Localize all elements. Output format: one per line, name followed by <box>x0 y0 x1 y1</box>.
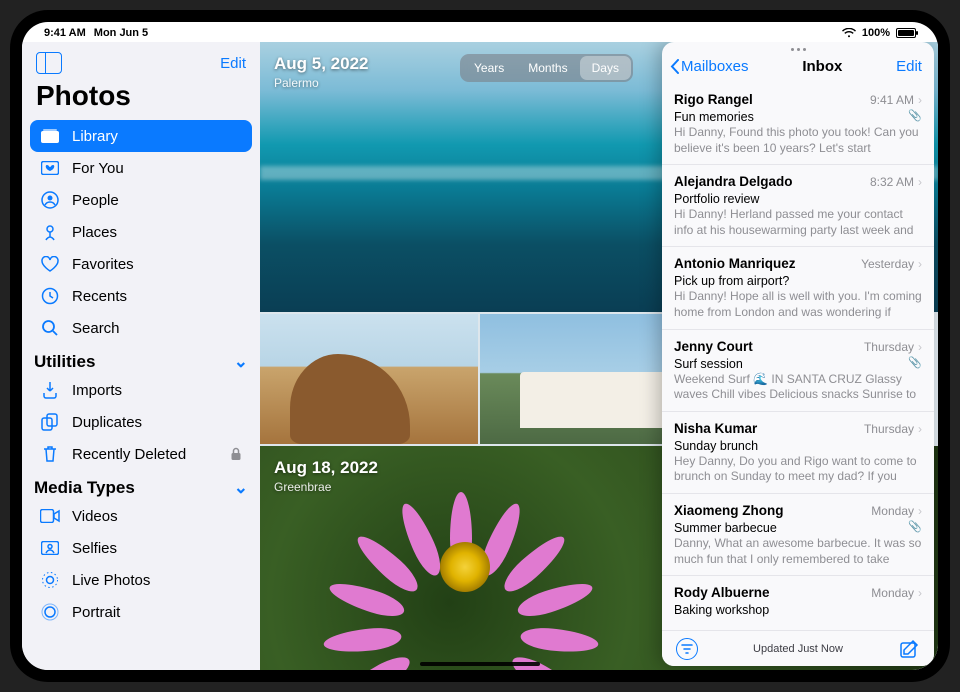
sidebar-item-label: Library <box>72 128 118 145</box>
sidebar-item-portrait[interactable]: Portrait <box>30 596 252 628</box>
sidebar-main-list: Library For You People Places <box>22 120 260 344</box>
mail-edit-button[interactable]: Edit <box>896 58 922 75</box>
mail-compose-button[interactable] <box>898 638 920 660</box>
home-indicator[interactable] <box>420 662 540 666</box>
attachment-icon: 📎 <box>908 109 922 122</box>
sidebar-item-label: Search <box>72 320 120 337</box>
chevron-down-icon: ⌄ <box>234 352 248 372</box>
mail-title: Inbox <box>802 58 842 75</box>
status-bar: 9:41 AM Mon Jun 5 100% <box>22 22 938 42</box>
selfies-icon <box>40 538 60 558</box>
sidebar-item-label: Recents <box>72 288 127 305</box>
segment-months[interactable]: Months <box>516 56 579 80</box>
import-icon <box>40 380 60 400</box>
chevron-right-icon: › <box>918 93 922 107</box>
sidebar-item-label: Imports <box>72 382 122 399</box>
sidebar-item-duplicates[interactable]: Duplicates <box>30 406 252 438</box>
sidebar-item-imports[interactable]: Imports <box>30 374 252 406</box>
sidebar-item-label: Recently Deleted <box>72 446 186 463</box>
library-icon <box>40 126 60 146</box>
sidebar-section-utilities[interactable]: Utilities ⌄ <box>22 344 260 374</box>
mail-toolbar: Updated Just Now <box>662 630 934 666</box>
sidebar-item-videos[interactable]: Videos <box>30 500 252 532</box>
trash-icon <box>40 444 60 464</box>
mail-message-row[interactable]: Jenny CourtThursday› Surf session Weeken… <box>662 330 934 412</box>
sidebar-item-live-photos[interactable]: Live Photos <box>30 564 252 596</box>
sidebar-item-library[interactable]: Library <box>30 120 252 152</box>
wifi-icon <box>842 28 856 38</box>
photo-thumbnail[interactable] <box>260 314 478 444</box>
video-icon <box>40 506 60 526</box>
mail-message-row[interactable]: Rody AlbuerneMonday› Baking workshop <box>662 576 934 625</box>
photo-group-header: Aug 18, 2022 Greenbrae <box>274 458 378 494</box>
sidebar-item-selfies[interactable]: Selfies <box>30 532 252 564</box>
mail-message-row[interactable]: Rigo Rangel9:41 AM› Fun memories Hi Dann… <box>662 83 934 165</box>
mail-status-text: Updated Just Now <box>753 643 843 655</box>
duplicates-icon <box>40 412 60 432</box>
slideover-grabber[interactable] <box>662 42 934 56</box>
sidebar-item-favorites[interactable]: Favorites <box>30 248 252 280</box>
mail-message-row[interactable]: Antonio ManriquezYesterday› Pick up from… <box>662 247 934 329</box>
sidebar-item-label: Duplicates <box>72 414 142 431</box>
sidebar-item-foryou[interactable]: For You <box>30 152 252 184</box>
people-icon <box>40 190 60 210</box>
sidebar-item-recents[interactable]: Recents <box>30 280 252 312</box>
mail-slideover[interactable]: Mailboxes Inbox Edit Rigo Rangel9:41 AM›… <box>662 42 934 666</box>
sidebar-item-label: Videos <box>72 508 118 525</box>
chevron-right-icon: › <box>918 340 922 354</box>
search-icon <box>40 318 60 338</box>
mail-message-row[interactable]: Alejandra Delgado8:32 AM› Portfolio revi… <box>662 165 934 247</box>
status-date: Mon Jun 5 <box>94 27 148 39</box>
clock-icon <box>40 286 60 306</box>
screen: 9:41 AM Mon Jun 5 100% Edit Photos <box>22 22 938 670</box>
sidebar-item-label: Portrait <box>72 604 120 621</box>
sidebar-item-people[interactable]: People <box>30 184 252 216</box>
status-time: 9:41 AM <box>44 27 86 39</box>
sidebar-item-label: Live Photos <box>72 572 150 589</box>
segment-days[interactable]: Days <box>580 56 631 80</box>
mail-message-list[interactable]: Rigo Rangel9:41 AM› Fun memories Hi Dann… <box>662 83 934 630</box>
sidebar-item-label: People <box>72 192 119 209</box>
mail-message-row[interactable]: Xiaomeng ZhongMonday› Summer barbecue Da… <box>662 494 934 576</box>
photos-sidebar: Edit Photos Library For You People <box>22 42 260 670</box>
livephotos-icon <box>40 570 60 590</box>
photo-group-header: Aug 5, 2022 Palermo <box>274 54 369 90</box>
sidebar-item-label: For You <box>72 160 124 177</box>
portrait-icon <box>40 602 60 622</box>
chevron-right-icon: › <box>918 257 922 271</box>
battery-pct: 100% <box>862 27 890 39</box>
mail-filter-button[interactable] <box>676 638 698 660</box>
chevron-right-icon: › <box>918 175 922 189</box>
attachment-icon: 📎 <box>908 356 922 369</box>
chevron-right-icon: › <box>918 422 922 436</box>
sidebar-item-label: Selfies <box>72 540 117 557</box>
chevron-left-icon <box>670 59 679 74</box>
sidebar-item-label: Places <box>72 224 117 241</box>
sidebar-item-search[interactable]: Search <box>30 312 252 344</box>
ipad-frame: 9:41 AM Mon Jun 5 100% Edit Photos <box>10 10 950 682</box>
app-title: Photos <box>22 80 260 120</box>
battery-icon <box>896 28 916 38</box>
attachment-icon: 📎 <box>908 520 922 533</box>
sidebar-toggle-button[interactable] <box>36 52 62 74</box>
lock-icon <box>230 447 242 461</box>
chevron-right-icon: › <box>918 586 922 600</box>
segment-years[interactable]: Years <box>462 56 516 80</box>
places-icon <box>40 222 60 242</box>
sidebar-item-recently-deleted[interactable]: Recently Deleted <box>30 438 252 470</box>
mail-back-button[interactable]: Mailboxes <box>670 58 749 75</box>
sidebar-item-label: Favorites <box>72 256 134 273</box>
time-scale-segmented-control[interactable]: Years Months Days <box>460 54 633 82</box>
chevron-down-icon: ⌄ <box>234 478 248 498</box>
sidebar-edit-button[interactable]: Edit <box>220 55 246 72</box>
mail-message-row[interactable]: Nisha KumarThursday› Sunday brunch Hey D… <box>662 412 934 494</box>
foryou-icon <box>40 158 60 178</box>
chevron-right-icon: › <box>918 504 922 518</box>
sidebar-item-places[interactable]: Places <box>30 216 252 248</box>
sidebar-section-media-types[interactable]: Media Types ⌄ <box>22 470 260 500</box>
heart-icon <box>40 254 60 274</box>
